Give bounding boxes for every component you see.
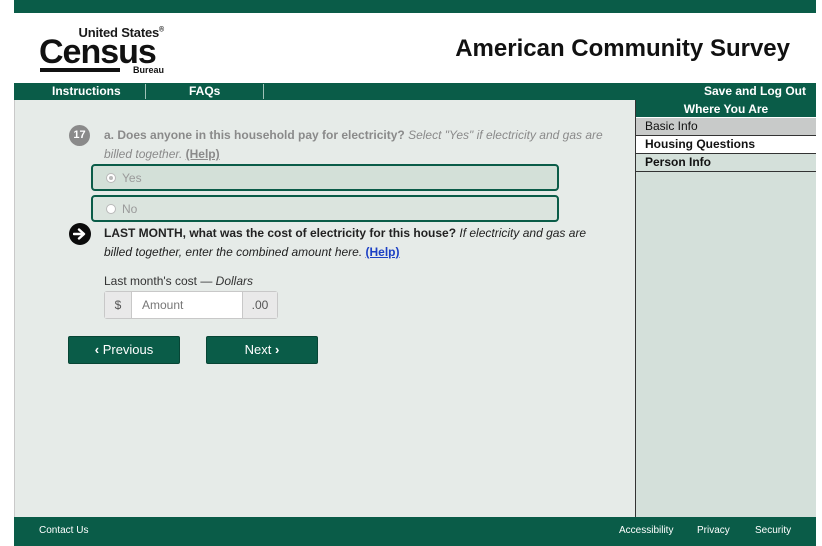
footer-privacy-link[interactable]: Privacy — [697, 525, 730, 536]
sidebar-heading: Where You Are — [636, 100, 816, 118]
nav-divider — [145, 84, 146, 99]
footer-security-link[interactable]: Security — [755, 525, 791, 536]
nav-bar: Instructions FAQs Save and Log Out — [14, 83, 816, 100]
chevron-right-icon: › — [275, 342, 280, 357]
nav-divider — [263, 84, 264, 99]
option-no[interactable]: No — [91, 195, 559, 222]
footer-accessibility-link[interactable]: Accessibility — [619, 525, 673, 536]
page-title: American Community Survey — [455, 35, 790, 62]
amount-input-group: $ .00 — [104, 291, 278, 319]
question-number-badge: 17 — [69, 125, 90, 146]
nav-faqs[interactable]: FAQs — [189, 84, 220, 99]
option-no-label: No — [122, 202, 138, 216]
current-question-arrow-icon — [69, 223, 91, 245]
nav-instructions[interactable]: Instructions — [52, 84, 121, 99]
logo-bureau: Bureau — [132, 65, 164, 75]
question-17a-text: a. Does anyone in this household pay for… — [104, 126, 604, 164]
question-17a-help-link[interactable]: (Help) — [186, 147, 220, 161]
logo-census: Census — [39, 33, 157, 71]
previous-button[interactable]: ‹ Previous — [68, 336, 180, 364]
header: United States® Census Bureau American Co… — [14, 13, 816, 83]
sidebar-item-basic-info[interactable]: Basic Info — [636, 118, 816, 136]
question-17b-help-link[interactable]: (Help) — [366, 245, 400, 259]
question-17b-prompt: LAST MONTH, what was the cost of electri… — [104, 226, 457, 240]
cents-addon: .00 — [242, 292, 277, 318]
footer: Contact Us Accessibility Privacy Securit… — [14, 517, 816, 546]
radio-no[interactable] — [106, 204, 116, 214]
chevron-left-icon: ‹ — [94, 342, 100, 357]
radio-yes[interactable] — [106, 173, 116, 183]
question-17a-prompt: a. Does anyone in this household pay for… — [104, 128, 405, 142]
next-button-label: Next — [244, 342, 272, 357]
logo-underline — [40, 68, 120, 72]
census-logo[interactable]: United States® Census Bureau — [39, 25, 164, 75]
top-accent-bar — [14, 0, 816, 13]
sidebar-item-person-info[interactable]: Person Info — [636, 154, 816, 172]
currency-addon: $ — [105, 292, 132, 318]
next-button[interactable]: Next › — [206, 336, 318, 364]
option-yes[interactable]: Yes — [91, 164, 559, 191]
sidebar-item-housing-questions[interactable]: Housing Questions — [636, 136, 816, 154]
option-yes-label: Yes — [122, 171, 142, 185]
nav-save-logout[interactable]: Save and Log Out — [704, 84, 806, 99]
sidebar: Where You Are Basic Info Housing Questio… — [635, 100, 816, 517]
amount-label: Last month's cost — Dollars — [104, 274, 254, 288]
footer-contact-link[interactable]: Contact Us — [39, 525, 88, 536]
amount-input[interactable] — [132, 292, 242, 318]
previous-button-label: Previous — [102, 342, 154, 357]
question-17b-text: LAST MONTH, what was the cost of electri… — [104, 224, 604, 262]
